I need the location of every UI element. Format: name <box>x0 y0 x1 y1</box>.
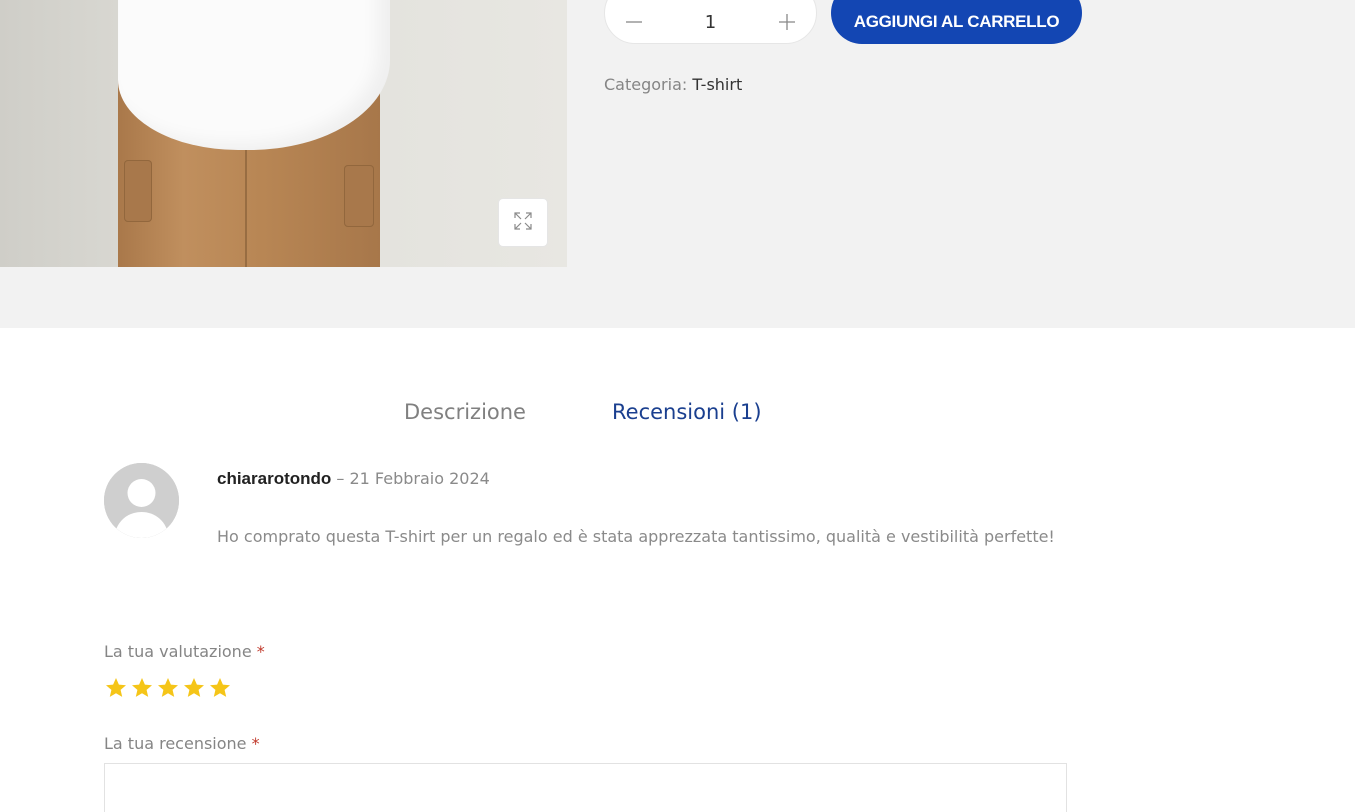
quantity-decrease-button[interactable] <box>623 11 645 33</box>
plus-icon <box>779 14 795 30</box>
review-label-text: La tua recensione <box>104 734 247 753</box>
quantity-stepper <box>604 0 817 44</box>
product-photo-seam <box>245 150 247 267</box>
avatar <box>104 463 179 538</box>
tab-recensioni[interactable]: Recensioni (1) <box>612 400 762 424</box>
category-link[interactable]: T-shirt <box>692 75 742 94</box>
review-separator: – <box>331 469 350 488</box>
review-textarea[interactable] <box>104 763 1067 812</box>
review-label: La tua recensione * <box>104 734 260 753</box>
star-icon[interactable] <box>208 676 232 700</box>
rating-label-text: La tua valutazione <box>104 642 252 661</box>
image-zoom-button[interactable] <box>498 198 548 247</box>
star-icon[interactable] <box>130 676 154 700</box>
star-icon[interactable] <box>182 676 206 700</box>
star-icon[interactable] <box>156 676 180 700</box>
star-rating-input <box>104 676 232 700</box>
expand-icon <box>513 211 533 235</box>
rating-label: La tua valutazione * <box>104 642 265 661</box>
star-icon[interactable] <box>104 676 128 700</box>
add-to-cart-button[interactable]: AGGIUNGI AL CARRELLO <box>831 0 1082 44</box>
review-meta: chiararotondo – 21 Febbraio 2024 <box>217 469 490 489</box>
review-text: Ho comprato questa T-shirt per un regalo… <box>217 527 1055 546</box>
product-photo-pocket-right <box>344 165 374 227</box>
review-date: 21 Febbraio 2024 <box>349 469 490 488</box>
minus-icon <box>626 21 642 23</box>
quantity-input[interactable] <box>680 11 741 33</box>
required-mark: * <box>256 642 265 661</box>
quantity-increase-button[interactable] <box>776 11 798 33</box>
product-category: Categoria: T-shirt <box>604 75 742 94</box>
product-photo-pocket-left <box>124 160 152 222</box>
required-mark: * <box>251 734 260 753</box>
review-author: chiararotondo <box>217 469 332 488</box>
category-label: Categoria: <box>604 75 688 94</box>
tab-descrizione[interactable]: Descrizione <box>404 400 526 424</box>
product-image[interactable] <box>0 0 567 267</box>
avatar-placeholder-icon <box>104 463 179 538</box>
